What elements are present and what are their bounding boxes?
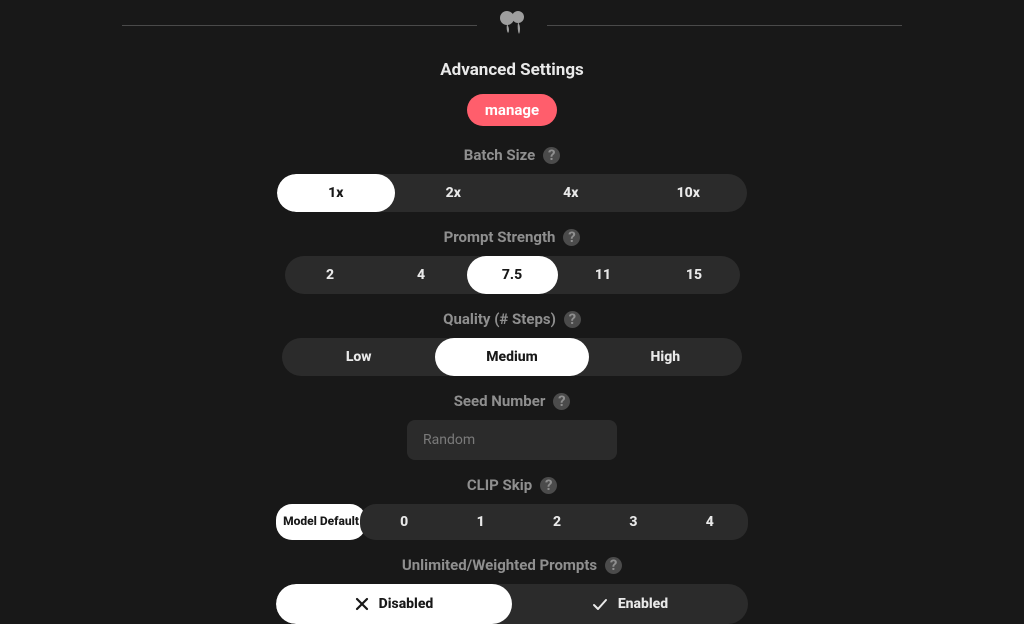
clip-skip-option-3[interactable]: 3 <box>595 504 671 540</box>
quality-option-high[interactable]: High <box>589 338 742 376</box>
weighted-option-disabled[interactable]: Disabled <box>276 584 512 624</box>
quality-label-row: Quality (# Steps) ? <box>443 310 581 328</box>
prompt-strength-option-2[interactable]: 2 <box>285 256 376 294</box>
prompt-strength-option-7-5[interactable]: 7.5 <box>467 256 558 294</box>
advanced-settings-panel: Advanced Settings manage Batch Size ? 1x… <box>0 0 1024 624</box>
clip-skip-option-4[interactable]: 4 <box>672 504 748 540</box>
help-icon[interactable]: ? <box>605 557 622 574</box>
weighted-option-enabled[interactable]: Enabled <box>512 584 748 624</box>
enabled-label: Enabled <box>618 596 668 612</box>
clip-skip-option-default[interactable]: Model Default <box>276 504 366 540</box>
prompt-strength-label-row: Prompt Strength ? <box>444 228 581 246</box>
weighted-prompts-toggle: Disabled Enabled <box>276 584 748 624</box>
clip-skip-label-row: CLIP Skip ? <box>467 476 557 494</box>
clip-skip-option-2[interactable]: 2 <box>519 504 595 540</box>
drip-icon <box>495 8 529 42</box>
weighted-prompts-label-row: Unlimited/Weighted Prompts ? <box>402 556 622 574</box>
batch-option-2x[interactable]: 2x <box>395 174 513 212</box>
prompt-strength-option-4[interactable]: 4 <box>376 256 467 294</box>
batch-option-4x[interactable]: 4x <box>512 174 630 212</box>
batch-size-label-row: Batch Size ? <box>464 146 560 164</box>
disabled-label: Disabled <box>379 596 434 612</box>
page-title: Advanced Settings <box>440 60 584 80</box>
help-icon[interactable]: ? <box>553 393 570 410</box>
clip-skip-options-rest: 0 1 2 3 4 <box>360 504 748 540</box>
prompt-strength-option-15[interactable]: 15 <box>649 256 740 294</box>
check-icon <box>592 597 608 611</box>
help-icon[interactable]: ? <box>540 477 557 494</box>
batch-option-1x[interactable]: 1x <box>277 174 395 212</box>
seed-label: Seed Number <box>454 392 546 410</box>
manage-button[interactable]: manage <box>467 94 557 126</box>
weighted-prompts-label: Unlimited/Weighted Prompts <box>402 556 597 574</box>
quality-option-medium[interactable]: Medium <box>435 338 588 376</box>
prompt-strength-selector: 2 4 7.5 11 15 <box>285 256 740 294</box>
help-icon[interactable]: ? <box>564 311 581 328</box>
seed-label-row: Seed Number ? <box>454 392 571 410</box>
quality-selector: Low Medium High <box>282 338 742 376</box>
batch-size-selector: 1x 2x 4x 10x <box>277 174 747 212</box>
divider-left <box>122 25 477 26</box>
close-icon <box>355 597 369 611</box>
clip-skip-option-0[interactable]: 0 <box>366 504 442 540</box>
help-icon[interactable]: ? <box>543 147 560 164</box>
seed-input[interactable] <box>407 420 617 460</box>
batch-size-label: Batch Size <box>464 146 535 164</box>
quality-option-low[interactable]: Low <box>282 338 435 376</box>
clip-skip-selector: Model Default 0 1 2 3 4 <box>276 504 748 540</box>
divider-right <box>547 25 902 26</box>
quality-label: Quality (# Steps) <box>443 310 556 328</box>
clip-skip-label: CLIP Skip <box>467 476 532 494</box>
prompt-strength-label: Prompt Strength <box>444 228 556 246</box>
section-header <box>122 8 902 42</box>
prompt-strength-option-11[interactable]: 11 <box>558 256 649 294</box>
clip-skip-option-1[interactable]: 1 <box>442 504 518 540</box>
help-icon[interactable]: ? <box>563 229 580 246</box>
batch-option-10x[interactable]: 10x <box>630 174 748 212</box>
